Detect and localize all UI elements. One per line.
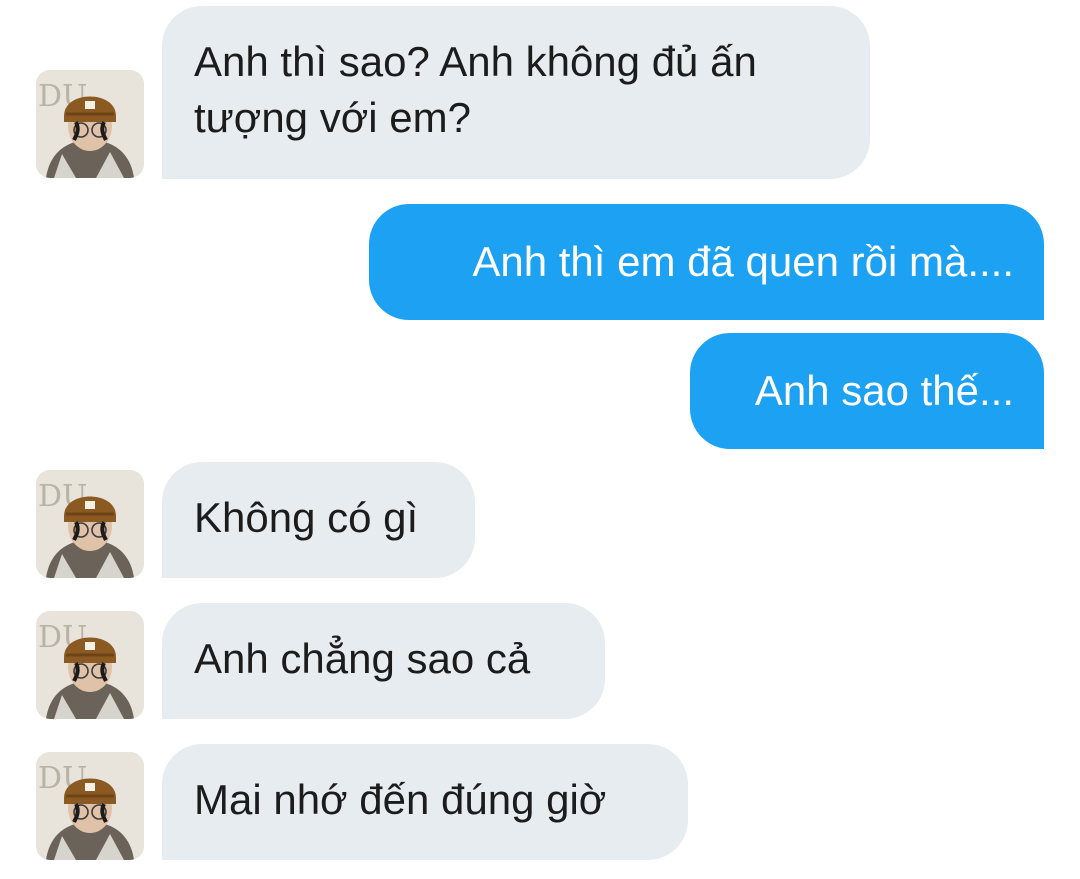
message-text: Anh thì em đã quen rồi mà.... [472, 238, 1014, 285]
message-bubble-outgoing[interactable]: Anh sao thế... [690, 333, 1044, 449]
message-bubble-incoming[interactable]: Anh thì sao? Anh không đủ ấn tượng với e… [162, 6, 870, 179]
avatar[interactable]: DU [36, 611, 144, 719]
avatar[interactable]: DU [36, 470, 144, 578]
message-text: Không có gì [194, 494, 419, 541]
profile-photo-icon: DU [36, 70, 144, 178]
avatar[interactable]: DU [36, 752, 144, 860]
message-text: Anh chẳng sao cả [194, 635, 531, 682]
message-text: Anh sao thế... [754, 367, 1014, 414]
message-text: Anh thì sao? Anh không đủ ấn [194, 38, 757, 85]
message-bubble-incoming[interactable]: Anh chẳng sao cả [162, 603, 605, 719]
message-bubble-incoming[interactable]: Không có gì [162, 462, 475, 578]
profile-photo-icon: DU [36, 752, 144, 860]
avatar[interactable]: DU [36, 70, 144, 178]
profile-photo-icon: DU [36, 611, 144, 719]
message-bubble-incoming[interactable]: Mai nhớ đến đúng giờ [162, 744, 688, 860]
message-bubble-outgoing[interactable]: Anh thì em đã quen rồi mà.... [369, 204, 1044, 320]
profile-photo-icon: DU [36, 470, 144, 578]
message-text: Mai nhớ đến đúng giờ [194, 776, 607, 823]
message-text: tượng với em? [194, 94, 471, 141]
